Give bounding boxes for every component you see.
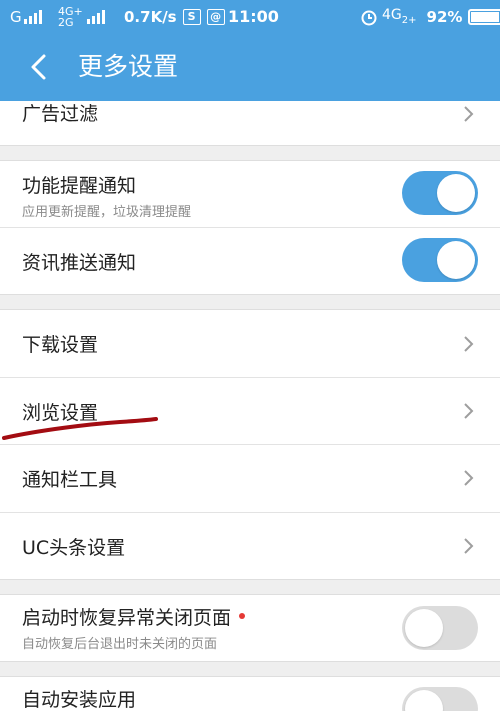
feature-notify-toggle[interactable]: [402, 171, 478, 215]
carrier-label: G: [10, 7, 22, 26]
chevron-right-icon: [464, 106, 474, 122]
row-sublabel: 应用更新提醒，垃圾清理提醒: [22, 205, 192, 220]
network-speed: 0.7K/s S @: [124, 0, 225, 33]
row-label: 通知栏工具: [22, 469, 118, 491]
auto-install-toggle[interactable]: [402, 687, 478, 711]
row-label: UC头条设置: [22, 537, 126, 559]
toggle-knob: [437, 174, 475, 212]
row-label: 资讯推送通知: [22, 252, 137, 274]
news-push-toggle[interactable]: [402, 238, 478, 282]
settings-row-notify-tools[interactable]: 通知栏工具: [0, 445, 500, 512]
signal-sim1: G: [10, 0, 42, 33]
restore-pages-toggle[interactable]: [402, 606, 478, 650]
settings-row-browse[interactable]: 浏览设置: [0, 378, 500, 444]
settings-row-download[interactable]: 下载设置: [0, 310, 500, 377]
row-label: 浏览设置: [22, 402, 99, 424]
battery-icon: [468, 8, 500, 25]
chevron-right-icon: [464, 336, 474, 352]
toggle-knob: [405, 690, 443, 711]
status-bar: G 4G+ 2G 0.7K/s S @ 11:00 4G2+ 92%: [0, 0, 500, 33]
signal-sim2: 4G+ 2G: [58, 0, 105, 33]
row-label: 下载设置: [22, 334, 99, 356]
status-right: 4G2+ 92%: [360, 0, 500, 33]
network-label: 4G2+: [382, 7, 417, 26]
signal-bars-icon: [86, 9, 105, 24]
alarm-icon: [361, 10, 377, 25]
chevron-right-icon: [464, 403, 474, 419]
row-sublabel: 自动恢复后台退出时未关闭的页面: [22, 637, 218, 652]
battery-percent: 92%: [426, 7, 463, 26]
chevron-right-icon: [464, 538, 474, 554]
row-label: 启动时恢复异常关闭页面: [22, 603, 246, 630]
chevron-left-icon[interactable]: [22, 49, 58, 85]
row-label: 自动安装应用: [22, 689, 137, 711]
message-notification-icon: @: [206, 8, 225, 25]
page-title: 更多设置: [78, 52, 179, 81]
toggle-knob: [405, 609, 443, 647]
clock: 11:00: [228, 7, 279, 26]
row-label: 广告过滤: [22, 103, 99, 125]
settings-row-uc-headlines[interactable]: UC头条设置: [0, 513, 500, 579]
new-indicator-dot: [239, 612, 246, 619]
app-notification-icon: S: [182, 8, 201, 25]
signal-bars-icon: [23, 9, 42, 24]
chevron-right-icon: [464, 470, 474, 486]
settings-row-restore-pages[interactable]: 启动时恢复异常关闭页面 自动恢复后台退出时未关闭的页面: [0, 595, 500, 661]
network-type: 4G+ 2G: [58, 4, 83, 29]
settings-row-news-push[interactable]: 资讯推送通知: [0, 228, 500, 294]
app-bar: 更多设置: [0, 33, 500, 101]
toggle-knob: [437, 241, 475, 279]
settings-row-feature-notify[interactable]: 功能提醒通知 应用更新提醒，垃圾清理提醒: [0, 161, 500, 227]
row-label: 功能提醒通知: [22, 175, 137, 197]
settings-row-auto-install[interactable]: 自动安装应用: [0, 677, 500, 711]
settings-row-ad-filter[interactable]: 广告过滤: [0, 101, 500, 146]
